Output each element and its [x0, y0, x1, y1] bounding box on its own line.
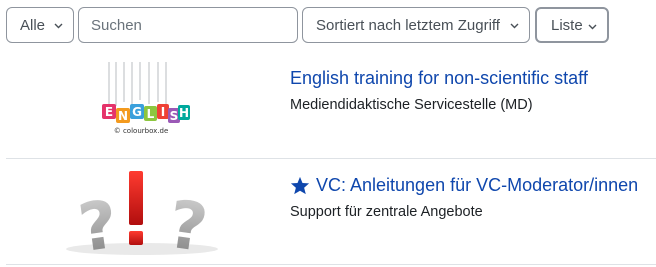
image-credit: © colourbox.de: [114, 127, 169, 135]
chevron-down-icon: [510, 21, 519, 30]
course-image[interactable]: E N G L I S H © colourbox.de: [6, 60, 276, 160]
course-title-link[interactable]: English training for non-scientific staf…: [290, 68, 588, 89]
view-dropdown-label: Liste: [551, 16, 583, 34]
course-title-link[interactable]: VC: Anleitungen für VC-Moderator/innen: [316, 175, 638, 196]
course-category: Support für zentrale Angebote: [290, 204, 483, 220]
svg-text:?: ?: [74, 186, 123, 261]
filter-dropdown-label: Alle: [20, 16, 46, 34]
sort-dropdown[interactable]: Sortiert nach letztem Zugriff: [302, 7, 530, 43]
course-list-item: E N G L I S H © colourbox.de English tra…: [6, 52, 656, 160]
search-input[interactable]: [91, 16, 291, 34]
english-cubes-image: E N G L I S H © colourbox.de: [102, 62, 190, 135]
divider: [6, 158, 656, 159]
course-title-row: English training for non-scientific staf…: [290, 68, 588, 89]
star-icon[interactable]: [290, 176, 310, 195]
filter-dropdown[interactable]: Alle: [6, 7, 74, 43]
course-toolbar: Alle Sortiert nach letztem Zugriff Liste: [0, 0, 656, 48]
sort-dropdown-label: Sortiert nach letztem Zugriff: [316, 16, 500, 34]
chevron-down-icon: [588, 22, 597, 31]
cube-letter: I: [161, 105, 165, 119]
search-field[interactable]: [78, 7, 298, 43]
cube-letter: L: [147, 107, 155, 121]
course-list-item: ? ? VC: Anleitungen für VC-Moderator/inn…: [6, 161, 656, 267]
view-dropdown[interactable]: Liste: [535, 7, 609, 43]
course-title-row: VC: Anleitungen für VC-Moderator/innen: [290, 175, 638, 196]
cube-letter: S: [170, 109, 179, 123]
question-exclamation-image: ? ?: [66, 171, 218, 267]
chevron-down-icon: [54, 21, 63, 30]
divider: [6, 264, 656, 265]
cube-letter: G: [132, 105, 142, 119]
cube-letter: E: [105, 105, 113, 119]
course-image[interactable]: ? ?: [6, 165, 276, 267]
cube-letter: H: [179, 106, 189, 120]
cube-letter: N: [118, 109, 128, 123]
course-category: Mediendidaktische Servicestelle (MD): [290, 97, 533, 113]
